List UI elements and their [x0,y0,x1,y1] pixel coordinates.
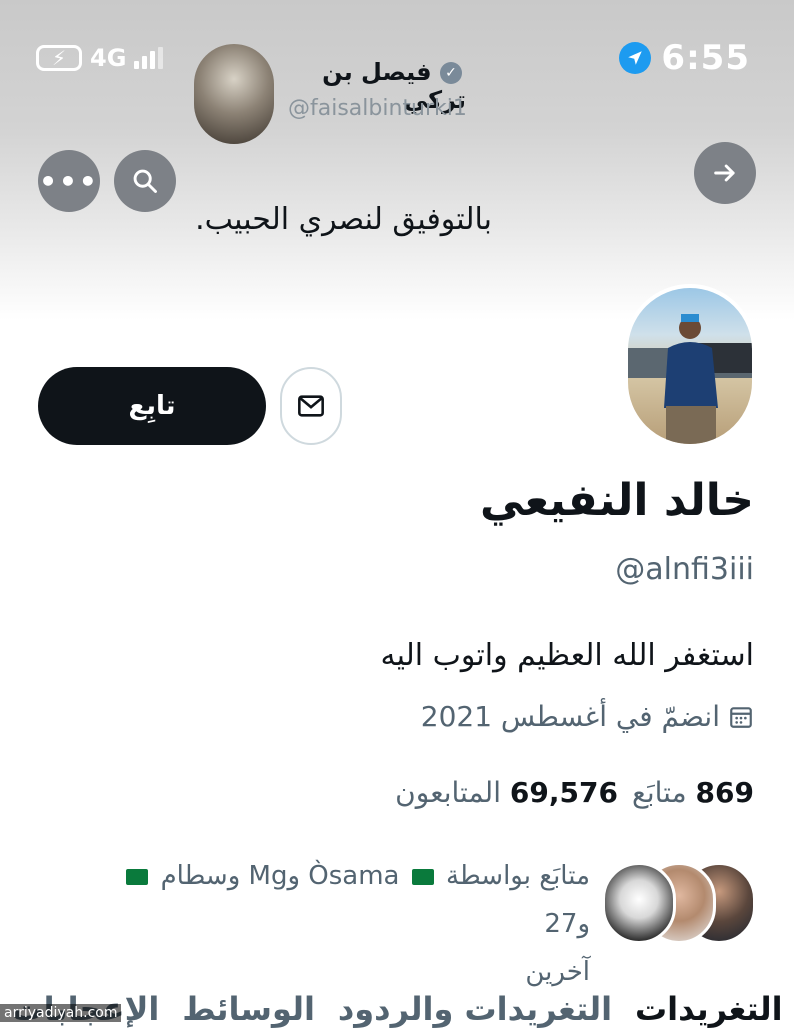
more-icon: ••• [39,164,99,198]
envelope-icon [298,395,324,417]
tab-media[interactable]: الوسائط [182,990,315,1030]
network-type: 4G [90,44,127,72]
follower-avatar-3[interactable] [602,862,676,944]
profile-handle: @alnfi3iii [615,552,754,587]
arrow-right-icon [714,164,735,182]
following-label: متابَع [631,776,687,809]
profile-bio: استغفر الله العظيم واتوب اليه [380,638,754,673]
followed-by-text[interactable]: متابَع بواسطة Òsama وMg وسطام و27 آخرين [90,852,590,996]
profile-stats: 869 متابَع 69,576 المتابعون [395,776,754,809]
saudi-flag-icon-2 [126,868,149,885]
followers-label: المتابعون [395,776,501,809]
following-link[interactable]: 869 متابَع [632,776,754,809]
status-time: 6:55 [661,38,750,78]
tweet-text: بالتوفيق لنصري الحبيب. [195,202,492,237]
search-button[interactable] [114,150,176,212]
calendar-icon [730,706,752,728]
saudi-flag-icon [411,868,434,885]
followed-by-prefix: متابَع بواسطة [446,861,590,891]
followers-link[interactable]: 69,576 المتابعون [395,776,618,809]
bolt-battery-icon: ⚡ [36,45,82,71]
more-button[interactable]: ••• [38,150,100,212]
tweet-author-avatar[interactable] [194,44,274,144]
profile-display-name: خالد النفيعي [479,475,754,526]
message-button[interactable] [280,367,342,445]
followers-count: 69,576 [509,776,618,809]
following-count: 869 [695,776,754,809]
followed-by-others: آخرين [525,957,590,987]
verified-badge-icon: ✓ [440,62,462,84]
signal-icon [134,47,164,69]
tab-tweets[interactable]: التغريدات [635,990,783,1030]
avatar-photo [628,314,752,444]
follow-button[interactable]: تابِع [38,367,266,445]
status-bar-right: 6:55 [619,38,750,78]
source-watermark: arriyadiyah.com [0,1004,122,1022]
tab-tweets-replies[interactable]: التغريدات والردود [338,990,612,1030]
search-icon [133,169,157,193]
profile-avatar[interactable] [624,284,756,448]
joined-date: انضمّ في أغسطس 2021 [421,700,754,733]
followed-by-name: Òsama [308,861,400,891]
followed-by-names: وMg وسطام [160,861,301,891]
tweet-author-handle: @faisalbinturki1 [288,96,467,121]
status-bar-left: ⚡ 4G [36,44,164,72]
joined-date-text: انضمّ في أغسطس 2021 [420,700,720,733]
forward-button[interactable] [694,142,756,204]
location-arrow-icon [619,42,652,74]
followed-by-count: و27 [544,909,590,939]
